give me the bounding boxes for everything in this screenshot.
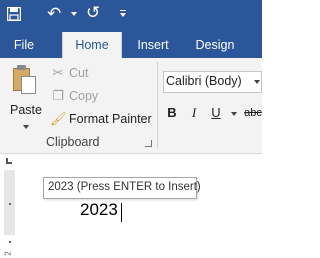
scissors-icon: ✂ <box>52 65 64 80</box>
copy-icon: ❐ <box>52 88 64 103</box>
ruler-tick <box>9 203 11 205</box>
paintbrush-icon: 🖌 <box>50 111 67 126</box>
tab-design[interactable]: Design <box>188 32 242 58</box>
chevron-down-icon <box>254 80 260 84</box>
format-painter-label: Format Painter <box>69 112 152 126</box>
font-name-value: Calibri (Body) <box>166 74 242 88</box>
autocomplete-tooltip[interactable]: 2023 (Press ENTER to Insert) <box>43 177 201 199</box>
paste-dropdown-icon[interactable] <box>23 125 29 129</box>
dialog-launcher-icon[interactable] <box>145 140 152 147</box>
bold-button[interactable]: B <box>166 104 178 122</box>
redo-icon[interactable]: ↺ <box>86 4 100 22</box>
ruler-number: 2 <box>3 251 13 256</box>
save-icon[interactable] <box>6 6 22 22</box>
ribbon-home-panel: Paste ✂ Cut ❐ Copy 🖌 Format Painter Clip… <box>0 58 262 154</box>
text-cursor <box>121 203 122 222</box>
underline-button[interactable]: U <box>210 104 222 122</box>
italic-button[interactable]: I <box>188 104 200 122</box>
copy-label: Copy <box>69 89 99 103</box>
underline-dropdown-icon[interactable] <box>231 112 237 116</box>
tab-insert[interactable]: Insert <box>130 32 176 58</box>
tab-home[interactable]: Home <box>62 32 122 58</box>
cut-label: Cut <box>69 66 89 80</box>
undo-icon[interactable]: ↶ <box>47 5 61 22</box>
paste-paper <box>21 76 36 94</box>
paste-label: Paste <box>10 103 42 117</box>
group-divider <box>157 62 158 148</box>
document-text[interactable]: 2023 <box>80 200 118 220</box>
undo-dropdown-icon[interactable] <box>71 12 77 16</box>
clipboard-group-label: Clipboard <box>46 135 100 149</box>
horizontal-ruler[interactable] <box>22 155 262 172</box>
clipboard-clip <box>17 65 26 70</box>
tab-selector-icon[interactable] <box>6 158 12 164</box>
paste-button[interactable]: Paste <box>4 62 44 136</box>
ribbon-tabs: File Home Insert Design <box>0 32 262 58</box>
strikethrough-button[interactable]: abc <box>243 104 263 122</box>
quick-access-toolbar: ↶ ↺ <box>0 0 262 32</box>
ruler-tick <box>9 241 11 243</box>
customize-dropdown-icon[interactable] <box>119 10 127 20</box>
font-name-dropdown[interactable]: Calibri (Body) <box>163 71 262 93</box>
tab-file[interactable]: File <box>7 32 41 58</box>
autocomplete-text: 2023 (Press ENTER to Insert) <box>48 181 201 193</box>
